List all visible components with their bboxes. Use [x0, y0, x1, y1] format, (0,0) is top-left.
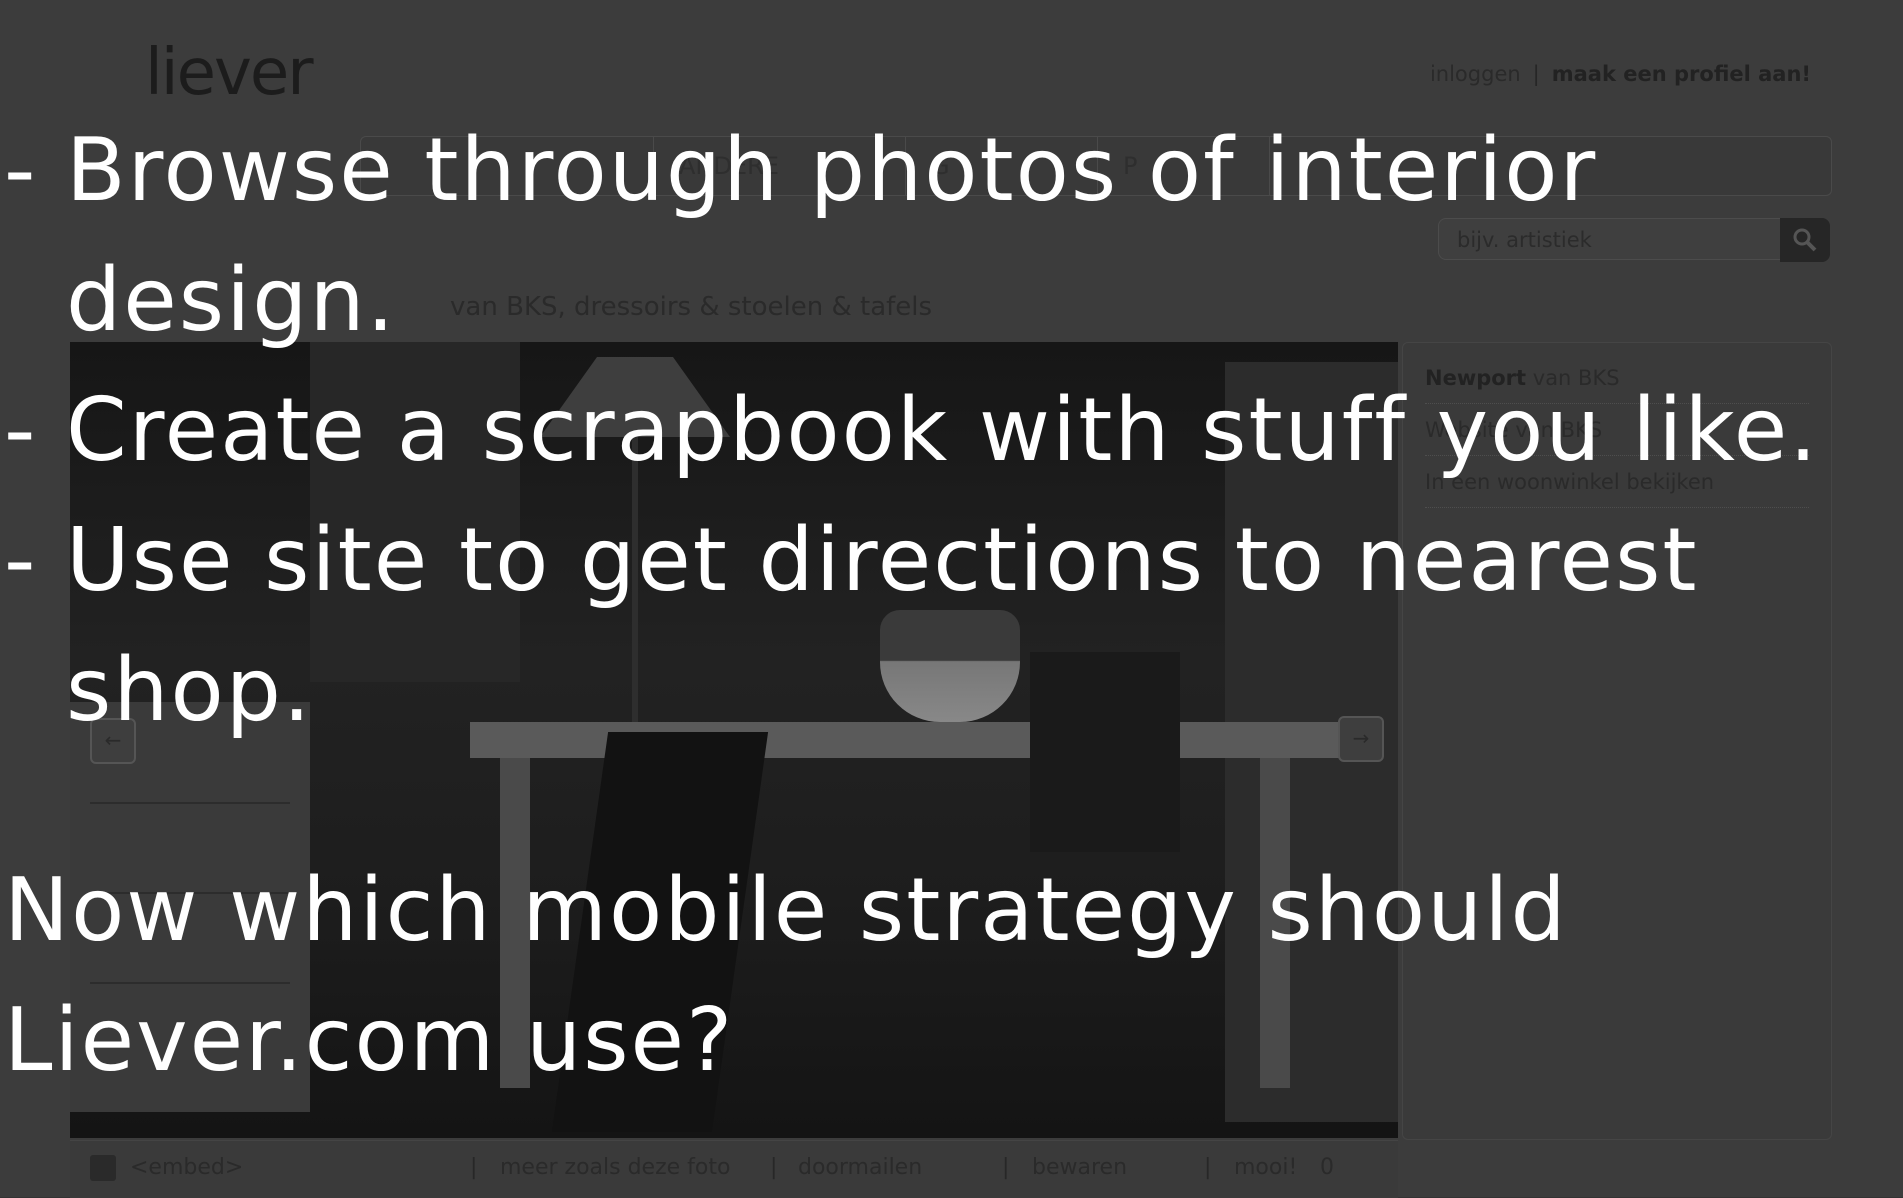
- bullet-dash: -: [4, 119, 38, 221]
- question-line-2: Liever.com use?: [4, 989, 735, 1091]
- bullet-dash: -: [4, 509, 38, 611]
- bullet-text: Browse through photos of interior: [66, 119, 1598, 221]
- bullet-text: design.: [66, 249, 397, 351]
- question-line-1: Now which mobile strategy should: [4, 859, 1568, 961]
- question-text: Now which mobile strategy should Liever.…: [4, 845, 1804, 1105]
- slide-overlay: - Browse through photos of interior desi…: [0, 0, 1903, 1197]
- bullet-text: shop.: [66, 639, 313, 741]
- bullet-text: Use site to get directions to nearest: [66, 509, 1699, 611]
- bullet-dash: -: [4, 379, 38, 481]
- bullet-text: Create a scrapbook with stuff you like.: [66, 379, 1819, 481]
